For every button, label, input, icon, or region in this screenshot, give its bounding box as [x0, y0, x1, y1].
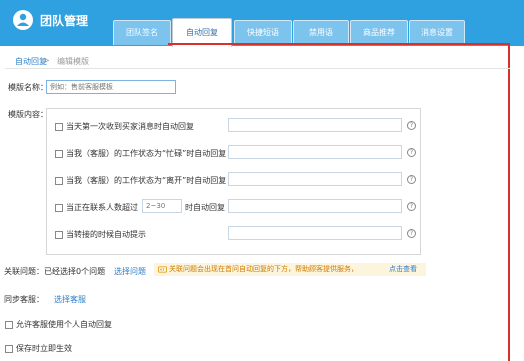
first-message-checkbox[interactable] — [55, 123, 63, 131]
away-status-help-icon[interactable]: ? — [407, 175, 416, 184]
select-questions-link[interactable]: 选择问题 — [114, 266, 146, 277]
contact-limit-count-input[interactable] — [142, 199, 182, 213]
contact-limit-help-icon[interactable]: ? — [407, 202, 416, 211]
select-agents-link[interactable]: 选择客服 — [54, 294, 86, 305]
contact-limit-reply-input[interactable] — [228, 199, 402, 213]
busy-status-help-icon[interactable]: ? — [407, 148, 416, 157]
transfer-notice-reply-input[interactable] — [228, 226, 402, 240]
away-status-label: 当我（客服）的工作状态为“离开”时自动回复 — [66, 176, 227, 185]
away-status-checkbox[interactable] — [55, 177, 63, 185]
tab-product-recommend[interactable]: 商品推荐 — [350, 20, 408, 45]
notice-view-link[interactable]: 点击查看 — [389, 263, 417, 276]
tab-banned-words[interactable]: 禁用语 — [293, 20, 349, 45]
contact-limit-suffix-label: 时自动回复 — [185, 203, 225, 212]
template-name-label: 模版名称： — [8, 83, 48, 92]
contact-limit-label: 当正在联系人数超过 — [66, 203, 138, 212]
save-immediate-checkbox[interactable] — [5, 345, 13, 353]
related-questions-notice: 关联问题会出现在首问自动回复的下方，帮助顾客提供服务， 点击查看 — [154, 263, 426, 276]
notice-text: 关联问题会出现在首问自动回复的下方，帮助顾客提供服务， — [169, 265, 358, 273]
tab-team-signature[interactable]: 团队签名 — [113, 20, 171, 45]
speaker-icon — [158, 266, 167, 273]
breadcrumb-separator: > — [43, 56, 50, 65]
allow-personal-reply-checkbox[interactable] — [5, 321, 13, 329]
header-bar: 团队管理 团队签名 自动回复 快捷短语 禁用语 商品推荐 消息设置 — [0, 0, 524, 47]
related-questions-count: 已经选择0个问题 — [44, 267, 106, 276]
related-questions-label: 关联问题： — [4, 267, 44, 276]
template-name-input[interactable] — [46, 80, 176, 94]
app-title: 团队管理 — [40, 14, 89, 28]
allow-personal-reply-label: 允许客服使用个人自动回复 — [16, 320, 112, 329]
busy-status-reply-input[interactable] — [228, 145, 402, 159]
transfer-notice-help-icon[interactable]: ? — [407, 229, 416, 238]
contact-limit-checkbox[interactable] — [55, 204, 63, 212]
tab-quick-phrases[interactable]: 快捷短语 — [234, 20, 292, 45]
busy-status-checkbox[interactable] — [55, 150, 63, 158]
breadcrumb: 自动回复 > 编辑模版 — [5, 52, 510, 69]
annotation-right-edge — [508, 43, 510, 361]
tab-message-settings[interactable]: 消息设置 — [409, 20, 465, 45]
transfer-notice-checkbox[interactable] — [55, 231, 63, 239]
first-message-help-icon[interactable]: ? — [407, 121, 416, 130]
team-logo-icon — [13, 10, 33, 30]
transfer-notice-label: 当转接的时候自动提示 — [66, 230, 146, 239]
template-content-label: 模版内容： — [8, 110, 48, 119]
annotation-top-edge — [168, 43, 510, 45]
first-message-reply-input[interactable] — [228, 118, 402, 132]
template-content-panel: 当天第一次收到买家消息时自动回复 ? 当我（客服）的工作状态为“忙碌”时自动回复… — [46, 108, 421, 255]
busy-status-label: 当我（客服）的工作状态为“忙碌”时自动回复 — [66, 149, 227, 158]
sync-agents-label: 同步客服： — [4, 295, 44, 304]
breadcrumb-current: 编辑模版 — [57, 57, 89, 66]
first-message-label: 当天第一次收到买家消息时自动回复 — [66, 122, 194, 131]
away-status-reply-input[interactable] — [228, 172, 402, 186]
save-immediate-label: 保存时立即生效 — [16, 344, 72, 353]
